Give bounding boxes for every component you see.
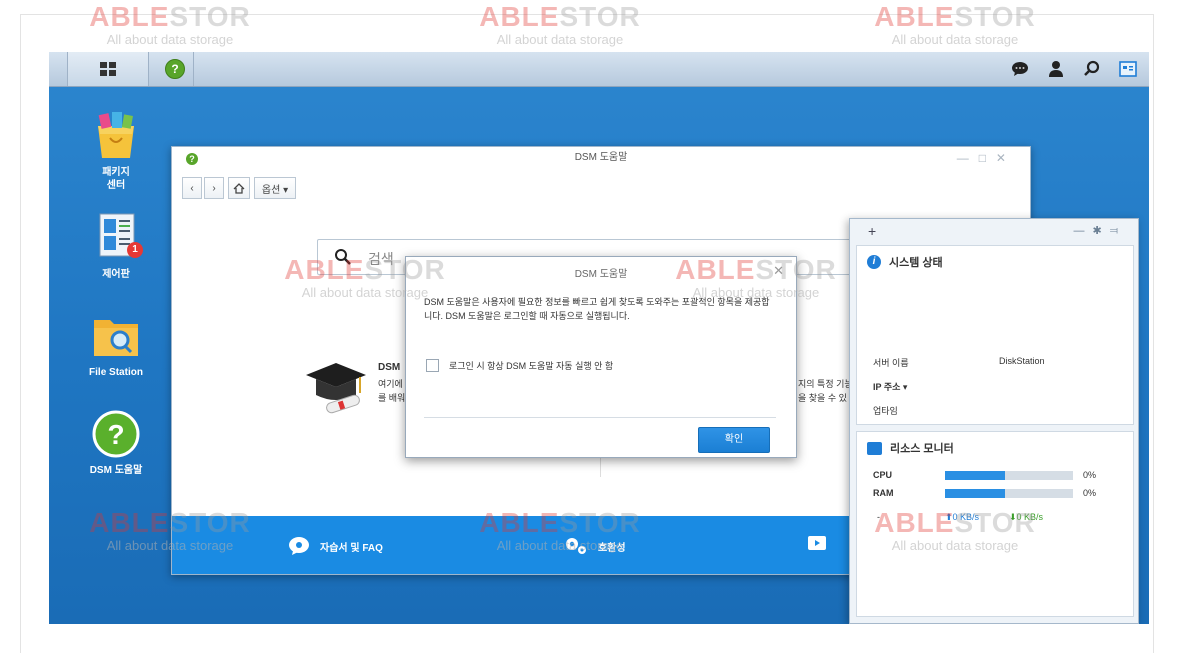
cpu-value: 0% [1083, 470, 1097, 480]
desktop-icon-control-panel[interactable]: 1 제어판 [76, 212, 156, 281]
back-button[interactable]: ‹ [182, 177, 202, 199]
dialog-title: DSM 도움말 [574, 269, 628, 280]
desktop-icon-dsm-help[interactable]: ? DSM 도움말 [76, 408, 156, 477]
content-line-2: 를 배워 [378, 393, 406, 403]
checkbox-label: 로그인 시 항상 DSM 도움말 자동 실행 안 함 [449, 361, 614, 371]
content-right-line-1: 지의 특정 기능 [798, 379, 853, 389]
desktop-icon-label: File Station [89, 367, 143, 378]
ram-value: 0% [1083, 488, 1097, 498]
chevron-right-icon: › [212, 182, 216, 194]
content-title: DSM [378, 362, 401, 373]
search-icon[interactable] [1081, 58, 1103, 80]
desktop-icon-label: 제어판 [102, 269, 130, 280]
chevron-left-icon: ‹ [190, 182, 194, 194]
content-line-1: 여기에 [378, 379, 403, 389]
resource-monitor-title: 리소스 모니터 [890, 443, 954, 455]
network-dropdown[interactable]: - [877, 512, 880, 522]
package-center-icon [90, 110, 142, 162]
checkbox-box[interactable] [426, 359, 439, 372]
search-icon [335, 249, 351, 265]
video-play-icon [808, 536, 826, 550]
uptime-label: 업타임 [873, 406, 898, 416]
system-status-header: i 시스템 상태 [867, 254, 943, 270]
main-menu-button[interactable] [67, 52, 149, 86]
home-icon [233, 182, 245, 194]
add-widget-button[interactable]: + [868, 223, 876, 239]
resource-monitor-panel: 리소스 모니터 CPU 0% RAM 0% - ⬆0 KB/s ⬇0 KB/s [856, 431, 1134, 617]
server-name-value: DiskStation [999, 356, 1045, 366]
graduation-cap-icon [302, 359, 368, 420]
options-dropdown[interactable]: 옵션 ▾ [254, 177, 296, 199]
resource-monitor-header: 리소스 모니터 [867, 440, 954, 456]
taskbar-tray [1009, 52, 1139, 86]
chat-bubble-icon [289, 537, 309, 555]
home-button[interactable] [228, 177, 250, 199]
cpu-bar [945, 471, 1073, 480]
system-status-title: 시스템 상태 [889, 257, 943, 269]
content-right-line-2: 을 찾을 수 있 [798, 393, 847, 403]
desktop-icon-label: 패키지 [102, 167, 130, 178]
gears-icon [566, 538, 586, 554]
download-rate: ⬇0 KB/s [1009, 512, 1043, 523]
compatibility-link[interactable]: 호환성 [564, 536, 626, 556]
cpu-label: CPU [873, 470, 893, 480]
desktop-icon-label: DSM 도움말 [89, 465, 143, 476]
upload-arrow-icon: ⬆ [945, 512, 953, 522]
ram-bar-fill [945, 489, 1006, 498]
ram-label: RAM [873, 488, 894, 498]
window-title: DSM 도움말 [574, 152, 628, 163]
faq-label: 자습서 및 FAQ [320, 542, 383, 554]
monitor-icon [867, 441, 882, 455]
user-icon[interactable] [1045, 58, 1067, 80]
search-placeholder: 검색 [368, 251, 394, 267]
window-controls[interactable]: —□✕ [957, 151, 1016, 165]
ram-bar [945, 489, 1073, 498]
dialog-message: DSM 도움말은 사용자에 필요한 정보를 빠르고 쉽게 찾도록 도와주는 포괄… [424, 297, 770, 321]
system-status-panel: i 시스템 상태 서버 이름 DiskStation IP 주소 ▾ 업타임 [856, 245, 1134, 425]
svg-text:?: ? [107, 419, 124, 450]
help-icon: ? [165, 59, 185, 79]
desktop-icon-file-station[interactable]: File Station [76, 310, 156, 379]
forward-button[interactable]: › [204, 177, 224, 199]
widget-controls[interactable]: —✱⫤ [1073, 224, 1126, 238]
server-name-label: 서버 이름 [873, 358, 909, 368]
control-panel-icon: 1 [90, 212, 143, 264]
auto-launch-checkbox[interactable]: 로그인 시 항상 DSM 도움말 자동 실행 안 함 [426, 359, 613, 372]
upload-value: 0 KB/s [952, 512, 980, 522]
taskbar-help-button[interactable]: ? [157, 52, 194, 86]
dsm-desktop: ? 패키지 센터 1 제어판 File Station ? DSM 도움말 ? … [49, 52, 1149, 624]
download-arrow-icon: ⬇ [1009, 512, 1017, 522]
video-link[interactable] [808, 536, 826, 550]
widget-panel: + —✱⫤ i 시스템 상태 서버 이름 DiskStation IP 주소 ▾… [849, 218, 1139, 624]
desktop-icon-label-2: 센터 [106, 180, 126, 191]
compatibility-label: 호환성 [598, 542, 626, 554]
desktop-icon-package-center[interactable]: 패키지 센터 [76, 110, 156, 192]
close-icon[interactable]: ✕ [773, 263, 784, 279]
help-icon: ? [90, 408, 142, 460]
folder-icon [90, 310, 142, 362]
cpu-bar-fill [945, 471, 1006, 480]
widget-icon[interactable] [1117, 58, 1139, 80]
faq-link[interactable]: 자습서 및 FAQ [288, 536, 383, 556]
ok-button[interactable]: 확인 [698, 427, 770, 453]
main-menu-icon [100, 62, 116, 76]
upload-rate: ⬆0 KB/s [945, 512, 979, 523]
dialog-divider [424, 417, 776, 418]
taskbar: ? [49, 52, 1149, 87]
widget-header: + —✱⫤ [850, 219, 1138, 243]
notification-badge: 1 [127, 242, 143, 258]
ip-address-toggle[interactable]: IP 주소 ▾ [873, 380, 907, 393]
info-icon: i [867, 255, 881, 269]
download-value: 0 KB/s [1016, 512, 1044, 522]
chat-icon[interactable] [1009, 58, 1031, 80]
help-intro-dialog: DSM 도움말 ✕ DSM 도움말은 사용자에 필요한 정보를 빠르고 쉽게 찾… [405, 256, 797, 458]
